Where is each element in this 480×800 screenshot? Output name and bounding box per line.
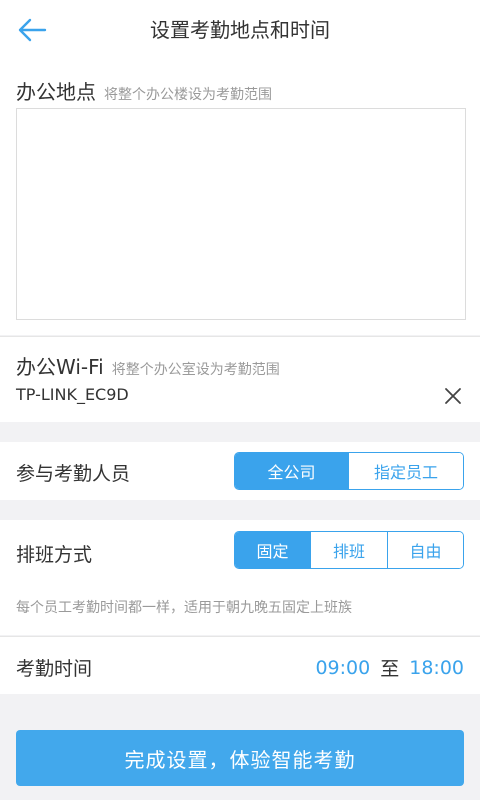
office-location-label: 办公地点: [16, 80, 96, 104]
office-location-map[interactable]: [16, 108, 466, 320]
time-range: 09:00 至 18:00: [315, 654, 464, 681]
attendance-time-section: 考勤时间 09:00 至 18:00: [0, 636, 480, 694]
page-title: 设置考勤地点和时间: [150, 18, 330, 42]
clear-wifi-button[interactable]: [440, 383, 466, 409]
shift-option-fixed[interactable]: 固定: [235, 532, 311, 568]
office-wifi-hint: 将整个办公室设为考勤范围: [111, 362, 280, 378]
end-time[interactable]: 18:00: [409, 657, 464, 679]
shift-description: 每个员工考勤时间都一样，适用于朝九晚五固定上班族: [16, 600, 352, 616]
office-location-section: 办公地点 将整个办公楼设为考勤范围: [0, 60, 480, 335]
shift-mode-section: 排班方式 固定 排班 自由 每个员工考勤时间都一样，适用于朝九晚五固定上班族: [0, 520, 480, 635]
office-location-hint: 将整个办公楼设为考勤范围: [104, 87, 272, 103]
back-button[interactable]: [12, 12, 52, 48]
members-option-all[interactable]: 全公司: [235, 453, 349, 489]
shift-mode-label: 排班方式: [16, 544, 93, 566]
time-separator: 至: [380, 658, 400, 680]
arrow-left-icon: [18, 18, 47, 42]
office-wifi-label: 办公Wi-Fi: [16, 355, 104, 379]
attendance-time-label: 考勤时间: [16, 658, 93, 680]
close-icon: [445, 388, 461, 404]
wifi-name: TP-LINK_EC9D: [16, 385, 129, 404]
shift-segmented-control: 固定 排班 自由: [234, 531, 464, 569]
members-option-specified[interactable]: 指定员工: [349, 453, 463, 489]
shift-option-scheduled[interactable]: 排班: [311, 532, 388, 568]
shift-option-free[interactable]: 自由: [388, 532, 463, 568]
attendance-members-label: 参与考勤人员: [16, 463, 131, 485]
top-bar: 设置考勤地点和时间: [0, 0, 480, 60]
start-time[interactable]: 09:00: [315, 657, 370, 679]
office-location-label-row: 办公地点 将整个办公楼设为考勤范围: [16, 76, 272, 105]
members-segmented-control: 全公司 指定员工: [234, 452, 464, 490]
complete-setup-button[interactable]: 完成设置，体验智能考勤: [16, 730, 464, 786]
office-wifi-label-row: 办公Wi-Fi 将整个办公室设为考勤范围: [16, 351, 280, 380]
attendance-members-section: 参与考勤人员 全公司 指定员工: [0, 442, 480, 500]
office-wifi-section: 办公Wi-Fi 将整个办公室设为考勤范围 TP-LINK_EC9D: [0, 336, 480, 422]
